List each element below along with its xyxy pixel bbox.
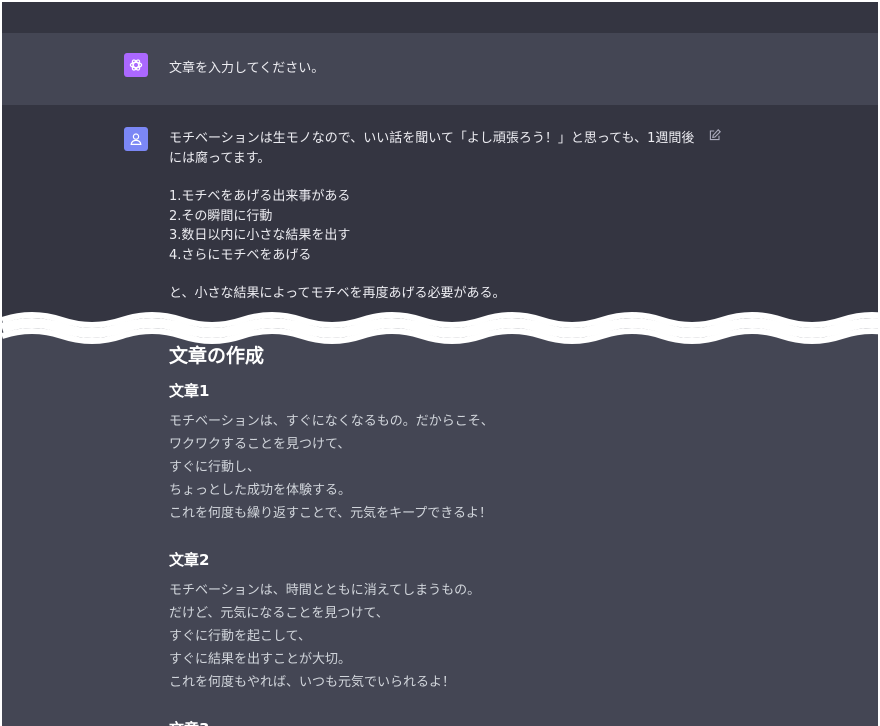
- body-line: すぐに行動を起こして、: [169, 629, 311, 644]
- section-body: モチベーションは、すぐになくなるもの。だからこそ、 ワクワクすることを見つけて、…: [169, 410, 769, 525]
- body-line: モチベーションは、すぐになくなるもの。だからこそ、: [169, 414, 494, 429]
- user-line: モチベーションは生モノなので、いい話を聞いて「よし頑張ろう！」と思っても、1週間…: [169, 131, 695, 146]
- body-line: すぐに行動し、: [169, 460, 261, 475]
- section-title: 文章1: [169, 382, 210, 400]
- assistant-response: 文章の作成 文章1 モチベーションは、すぐになくなるもの。だからこそ、 ワクワク…: [169, 342, 769, 726]
- body-line: これを何度も繰り返すことで、元気をキープできるよ！: [169, 506, 493, 521]
- body-line: すぐに結果を出すことが大切。: [169, 652, 352, 667]
- body-line: モチベーションは、時間とともに消えてしまうもの。: [169, 583, 481, 598]
- list-item: 1.モチベをあげる出来事がある: [169, 189, 351, 204]
- response-heading: 文章の作成: [169, 345, 265, 367]
- user-icon: [124, 127, 148, 151]
- system-prompt-text: 文章を入力してください。: [169, 61, 325, 76]
- system-prompt-row: 文章を入力してください。: [2, 33, 878, 105]
- body-line: これを何度もやれば、いつも元気でいられるよ！: [169, 675, 456, 690]
- openai-logo-icon: [124, 53, 148, 77]
- user-message-text: モチベーションは生モノなので、いい話を聞いて「よし頑張ろう！」と思っても、1週間…: [169, 129, 709, 304]
- user-line: には腐ってます。: [169, 150, 271, 166]
- list-item: 2.その瞬間に行動: [169, 208, 273, 224]
- list-item: 4.さらにモチベをあげる: [169, 247, 312, 263]
- body-line: ワクワクすることを見つけて、: [169, 437, 351, 452]
- section-body: モチベーションは、時間とともに消えてしまうもの。 だけど、元気になることを見つけ…: [169, 579, 769, 694]
- body-line: だけど、元気になることを見つけて、: [169, 606, 389, 621]
- body-line: ちょっとした成功を体験する。: [169, 483, 352, 498]
- edit-icon[interactable]: [708, 127, 724, 143]
- user-closing-line: と、小さな結果によってモチベを再度あげる必要がある。: [169, 286, 506, 301]
- list-item: 3.数日以内に小さな結果を出す: [169, 228, 351, 243]
- chat-window: 文章を入力してください。 モチベーションは生モノなので、いい話を聞いて「よし頑張…: [2, 2, 878, 726]
- section-title: 文章2: [169, 551, 210, 569]
- section-title: 文章3: [169, 718, 769, 726]
- top-bar: [2, 2, 878, 33]
